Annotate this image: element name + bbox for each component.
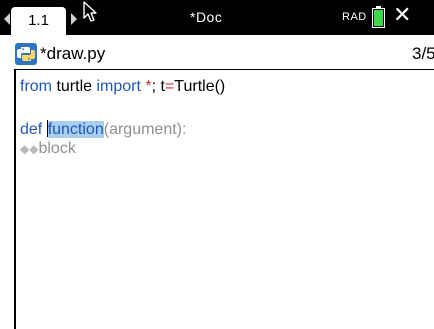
code-editor[interactable]: from turtle import *; t=Turtle() def fun… xyxy=(14,70,434,329)
code-line-2[interactable]: def function(argument): xyxy=(20,120,186,139)
python-file-icon xyxy=(15,43,37,65)
next-page-arrow-icon[interactable] xyxy=(71,13,77,25)
keyword-import: import xyxy=(96,78,140,95)
indent-marker: ◆◆ xyxy=(20,142,38,156)
function-arguments[interactable]: (argument): xyxy=(104,121,187,138)
assign-operator: = xyxy=(165,78,174,95)
keyword-def: def xyxy=(20,121,47,138)
angle-mode-indicator: RAD xyxy=(342,11,367,23)
battery-cap xyxy=(376,6,381,8)
code-line-3[interactable]: ◆◆block xyxy=(20,140,76,158)
page-counter: 3/5 xyxy=(412,44,434,64)
statement-text: ; t xyxy=(152,78,165,95)
module-name: turtle xyxy=(52,78,96,95)
selected-function-name[interactable]: function xyxy=(48,121,104,138)
close-icon[interactable]: ✕ xyxy=(393,4,411,28)
battery-level-fill xyxy=(374,10,383,26)
battery-icon xyxy=(372,8,385,28)
block-placeholder[interactable]: block xyxy=(38,140,75,157)
calculator-screen: 1.1 *Doc RAD ✕ *draw.py 3/5 from turtle … xyxy=(0,0,434,329)
constructor-call: Turtle() xyxy=(174,78,225,95)
keyword-from: from xyxy=(20,78,52,95)
star-operator: * xyxy=(141,78,152,95)
document-title: *Doc xyxy=(190,9,222,25)
top-bar: 1.1 *Doc RAD ✕ xyxy=(0,0,434,35)
code-line-1[interactable]: from turtle import *; t=Turtle() xyxy=(20,78,225,96)
previous-page-arrow-icon[interactable] xyxy=(4,13,10,25)
file-name: *draw.py xyxy=(40,44,105,64)
tab-page-1-1[interactable]: 1.1 xyxy=(11,7,66,35)
mouse-pointer-icon xyxy=(82,1,98,23)
